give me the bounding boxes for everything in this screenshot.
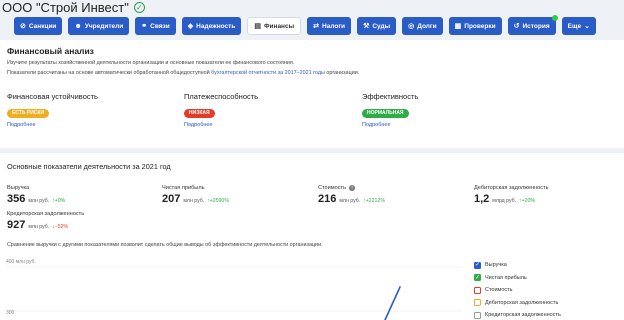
- stat-payables: Кредиторская задолженность 927 млн руб. ↓−…: [7, 211, 85, 231]
- more-link[interactable]: Подробнее: [184, 122, 258, 128]
- tab-more[interactable]: Еще ⌄: [561, 17, 596, 35]
- metric-stability: Финансовая устойчивость ЕСТЬ РИСКИ Подро…: [7, 92, 98, 128]
- info-icon[interactable]: i: [349, 185, 356, 191]
- history-icon: ↺: [513, 22, 520, 30]
- stat-net-profit: Чистая прибыль 207 млн руб. ↑+2590%: [162, 185, 229, 205]
- checkbox-checked-icon[interactable]: ✓: [474, 274, 481, 282]
- tab-courts[interactable]: ⚒ Суды: [357, 17, 397, 35]
- debt-icon: ◎: [408, 22, 415, 30]
- metric-title: Финансовая устойчивость: [7, 92, 98, 101]
- y-tick-label: 400 млн руб.: [6, 259, 36, 265]
- new-indicator: [551, 15, 558, 21]
- links-icon: ⚭: [141, 22, 148, 30]
- gavel-icon: ⚒: [363, 22, 370, 30]
- tax-icon: ⇄: [313, 22, 320, 30]
- users-icon: ☻: [74, 22, 82, 30]
- financial-analysis-description: Изучите результаты хозяйственной деятель…: [7, 60, 295, 66]
- clipboard-icon: ▦: [454, 22, 462, 30]
- stat-revenue: Выручка 356 млн руб. ↑+0%: [7, 185, 66, 205]
- alert-icon: ⊘: [20, 22, 26, 30]
- chart-icon: ▤: [254, 22, 261, 30]
- company-name: ООО "Строй Инвест": [2, 0, 129, 15]
- legend-item-value[interactable]: Стоимость: [474, 284, 561, 297]
- company-title: ООО "Строй Инвест" ✓: [2, 0, 145, 15]
- tab-debts[interactable]: ◎ Долги: [402, 17, 443, 35]
- tab-links[interactable]: ⚭ Связи: [135, 17, 176, 35]
- stat-receivables: Дебиторская задолженность 1,2 млрд руб. ↑+…: [474, 185, 549, 205]
- y-tick-label: 300: [6, 310, 15, 316]
- section-tabs: ⊘ Санкции ☻ Учредители ⚭ Связи ◈ Надежность …: [14, 15, 596, 35]
- reports-link[interactable]: бухгалтерской отчетности за 2017–2021 го…: [211, 70, 325, 76]
- tab-history[interactable]: ↺ История: [507, 15, 558, 35]
- tab-founders[interactable]: ☻ Учредители: [68, 17, 130, 35]
- legend-item-receivables[interactable]: Дебиторская задолженность: [474, 297, 561, 310]
- status-badge: НИЗКАЯ: [184, 108, 215, 118]
- stat-value: Стоимость i 216 млн руб. ↑+2212%: [318, 185, 385, 205]
- tab-inspections[interactable]: ▦ Проверки: [448, 17, 502, 35]
- metric-title: Эффективность: [362, 92, 419, 101]
- status-badge: ЕСТЬ РИСКИ: [7, 108, 50, 118]
- checkbox-icon[interactable]: [474, 286, 481, 294]
- tab-reliability[interactable]: ◈ Надежность: [181, 17, 242, 35]
- tab-taxes[interactable]: ⇄ Налоги: [307, 17, 352, 35]
- revenue-chart: 400 млн руб. 300: [6, 259, 462, 320]
- more-link[interactable]: Подробнее: [7, 122, 98, 128]
- chart-legend: ✓ Выручка ✓ Чистая прибыль Стоимость Дебит…: [474, 259, 561, 320]
- chevron-down-icon: ⌄: [584, 22, 590, 30]
- checkbox-icon[interactable]: [474, 311, 481, 319]
- revenue-series-line: [384, 286, 401, 320]
- shield-icon: ◈: [187, 22, 194, 30]
- more-link[interactable]: Подробнее: [362, 122, 418, 128]
- status-badge: НОРМАЛЬНАЯ: [362, 108, 409, 118]
- financial-analysis-source: Показатели рассчитаны на основе автомати…: [7, 70, 360, 76]
- legend-item-net-profit[interactable]: ✓ Чистая прибыль: [474, 272, 561, 285]
- legend-item-payables[interactable]: Кредиторская задолженность: [474, 309, 561, 320]
- tab-sanctions[interactable]: ⊘ Санкции: [14, 17, 63, 35]
- legend-item-revenue[interactable]: ✓ Выручка: [474, 259, 561, 272]
- compare-description: Сравнение выручки с другими показателями…: [7, 242, 323, 248]
- checkbox-icon[interactable]: [474, 299, 481, 307]
- check-circle-icon: ✓: [133, 2, 145, 13]
- main-indicators-heading: Основные показатели деятельности за 2021…: [7, 162, 171, 171]
- financial-analysis-heading: Финансовый анализ: [7, 46, 94, 56]
- tab-finance[interactable]: ▤ Финансы: [247, 17, 302, 35]
- metric-title: Платежеспособность: [184, 92, 259, 101]
- checkbox-checked-icon[interactable]: ✓: [474, 261, 481, 269]
- metric-solvency: Платежеспособность НИЗКАЯ Подробнее: [184, 92, 258, 128]
- metric-efficiency: Эффективность НОРМАЛЬНАЯ Подробнее: [362, 92, 418, 128]
